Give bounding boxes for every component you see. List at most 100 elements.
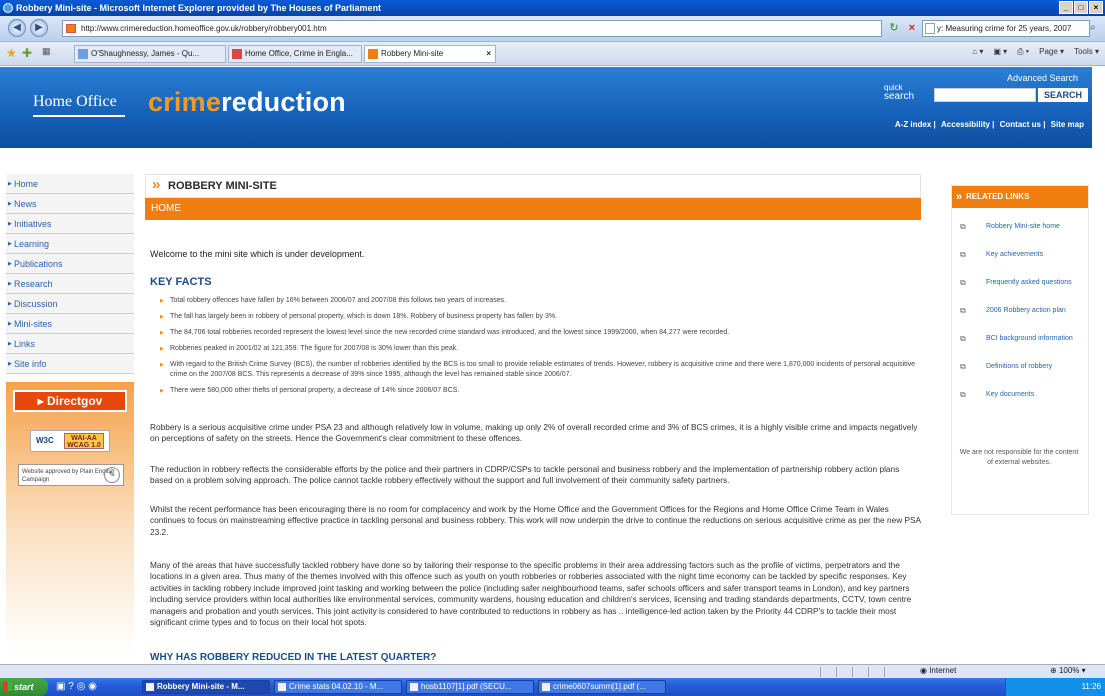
status-segment xyxy=(852,667,866,677)
related-link[interactable]: 2006 Robbery action plan xyxy=(986,307,1066,314)
favicon-icon xyxy=(66,24,76,33)
related-link[interactable]: Key achievements xyxy=(986,251,1043,258)
quick-launch-icons[interactable]: ▣ ? ◎ ◉ xyxy=(56,681,97,692)
contact-us-link[interactable]: Contact us xyxy=(1000,120,1041,129)
tab-label: Robbery Mini-site xyxy=(381,49,444,58)
home-office-logo[interactable]: Home Office xyxy=(33,93,117,111)
sidebar-item-discussion[interactable]: Discussion xyxy=(6,294,134,314)
task-hosb-pdf[interactable]: hosb1107[1].pdf (SECU... xyxy=(406,680,534,694)
address-value: http://www.crimereduction.homeoffice.gov… xyxy=(81,24,327,33)
quick-search-input[interactable] xyxy=(934,88,1036,102)
related-links-heading: RELATED LINKS xyxy=(952,186,1088,208)
search-icon[interactable]: ⌕ xyxy=(1090,22,1096,33)
advanced-search-link[interactable]: Advanced Search xyxy=(1007,73,1078,83)
system-tray[interactable]: 11:26 xyxy=(1005,678,1105,696)
live-search-input[interactable]: y: Measuring crime for 25 years, 2007 xyxy=(922,20,1090,37)
add-favorites-icon[interactable]: ✚ xyxy=(22,46,32,60)
taskbar: start ▣ ? ◎ ◉ Robbery Mini-site - M... C… xyxy=(0,678,1105,696)
left-promo-panel: ▸ Directgov W3C WAI-AA WCAG 1.0 Website a… xyxy=(6,382,134,654)
a-z-index-link[interactable]: A-Z index xyxy=(895,120,931,129)
print-icon[interactable]: ⎙ ▾ xyxy=(1017,47,1029,57)
start-button[interactable]: start xyxy=(0,678,48,696)
sidebar-item-site-info[interactable]: Site info xyxy=(6,354,134,374)
related-link[interactable]: Key documents xyxy=(986,391,1034,398)
sidebar-item-initiatives[interactable]: Initiatives xyxy=(6,214,134,234)
forward-icon[interactable]: ▶ xyxy=(30,19,48,37)
related-link[interactable]: BCI background information xyxy=(986,335,1073,342)
site-header: Home Office crimereduction Advanced Sear… xyxy=(0,67,1092,148)
related-link[interactable]: Frequently asked questions xyxy=(986,279,1072,286)
external-link-icon: ⧉ xyxy=(960,250,966,259)
address-input[interactable]: http://www.crimereduction.homeoffice.gov… xyxy=(62,20,882,37)
sidebar-item-research[interactable]: Research xyxy=(6,274,134,294)
site-map-link[interactable]: Site map xyxy=(1051,120,1084,129)
welcome-text: Welcome to the mini site which is under … xyxy=(150,249,365,259)
tab-robbery-mini-site[interactable]: Robbery Mini-site × xyxy=(364,45,496,63)
accessibility-link[interactable]: Accessibility xyxy=(941,120,990,129)
quick-search-label: quick search xyxy=(884,83,915,102)
search-button[interactable]: SEARCH xyxy=(1038,88,1088,102)
task-crime-summ-pdf[interactable]: crime0607summ[1].pdf (... xyxy=(538,680,666,694)
feeds-icon[interactable]: ▣ ▾ xyxy=(993,47,1007,57)
plain-english-badge[interactable]: Website approved by Plain English Campai… xyxy=(18,464,124,486)
directgov-link[interactable]: ▸ Directgov xyxy=(13,390,127,412)
body-paragraph: Robbery is a serious acquisitive crime u… xyxy=(150,422,918,444)
main-content: ROBBERY MINI-SITE HOME Welcome to the mi… xyxy=(145,174,921,663)
zoom-level[interactable]: ⊕ 100% ▾ xyxy=(1050,666,1086,675)
security-zone[interactable]: ◉ Internet xyxy=(920,666,956,675)
key-fact-item: With regard to the British Crime Survey … xyxy=(158,360,918,380)
tab-icon xyxy=(78,49,88,59)
tab-oshaughnessy[interactable]: O'Shaughnessy, James - Qu... xyxy=(74,45,226,63)
external-link-icon: ⧉ xyxy=(960,334,966,343)
close-tab-icon[interactable]: × xyxy=(486,46,491,62)
external-link-icon: ⧉ xyxy=(960,362,966,371)
ie-icon xyxy=(3,3,13,13)
page-body: Home News Initiatives Learning Publicati… xyxy=(0,148,1092,664)
tab-icon xyxy=(232,49,242,59)
task-crime-stats[interactable]: Crime stats 04.02.10 - M... xyxy=(274,680,402,694)
pdf-icon xyxy=(410,683,418,691)
left-nav: Home News Initiatives Learning Publicati… xyxy=(6,174,134,374)
window-title: Robbery Mini-site - Microsoft Internet E… xyxy=(16,3,382,13)
key-fact-item: Total robbery offences have fallen by 16… xyxy=(158,296,918,306)
back-icon[interactable]: ◀ xyxy=(8,19,26,37)
sidebar-item-home[interactable]: Home xyxy=(6,174,134,194)
live-search-value: y: Measuring crime for 25 years, 2007 xyxy=(937,24,1072,33)
external-link-icon: ⧉ xyxy=(960,390,966,399)
close-button[interactable]: × xyxy=(1089,1,1103,14)
sidebar-item-learning[interactable]: Learning xyxy=(6,234,134,254)
tab-label: O'Shaughnessy, James - Qu... xyxy=(91,49,200,58)
refresh-icon[interactable]: ↻ xyxy=(886,20,902,36)
status-segment xyxy=(836,667,850,677)
sidebar-item-publications[interactable]: Publications xyxy=(6,254,134,274)
page-menu[interactable]: Page ▾ xyxy=(1039,47,1064,57)
word-icon xyxy=(278,683,286,691)
related-links-panel: RELATED LINKS ⧉ Robbery Mini-site home ⧉… xyxy=(951,185,1089,515)
task-robbery-mini-site[interactable]: Robbery Mini-site - M... xyxy=(142,680,270,694)
external-link-icon: ⧉ xyxy=(960,278,966,287)
home-icon[interactable]: ⌂ ▾ xyxy=(972,47,983,57)
related-link[interactable]: Robbery Mini-site home xyxy=(986,223,1060,230)
section-header: HOME xyxy=(145,198,921,220)
sidebar-item-news[interactable]: News xyxy=(6,194,134,214)
favorites-star-icon[interactable]: ★ xyxy=(6,46,17,60)
tools-menu[interactable]: Tools ▾ xyxy=(1074,47,1099,57)
window-title-bar[interactable]: Robbery Mini-site - Microsoft Internet E… xyxy=(0,0,1105,16)
key-fact-item: There were 580,000 other thefts of perso… xyxy=(158,386,918,396)
tabs-toolbar: ★ ✚ ▦ O'Shaughnessy, James - Qu... Home … xyxy=(0,42,1105,66)
related-link[interactable]: Definitions of robbery xyxy=(986,363,1052,370)
maximize-button[interactable]: □ xyxy=(1074,1,1088,14)
quick-tabs-icon[interactable]: ▦ xyxy=(42,46,51,57)
body-paragraph: Whilst the recent performance has been e… xyxy=(150,504,921,537)
tab-home-office[interactable]: Home Office, Crime in Engla... xyxy=(228,45,362,63)
external-link-icon: ⧉ xyxy=(960,306,966,315)
crimereduction-brand[interactable]: crimereduction xyxy=(148,87,346,118)
address-toolbar: ◀ ▶ http://www.crimereduction.homeoffice… xyxy=(0,16,1105,42)
status-segment xyxy=(884,667,898,677)
sidebar-item-mini-sites[interactable]: Mini-sites xyxy=(6,314,134,334)
sidebar-item-links[interactable]: Links xyxy=(6,334,134,354)
wai-aa-badge[interactable]: W3C WAI-AA WCAG 1.0 xyxy=(30,430,110,452)
stop-icon[interactable]: × xyxy=(904,20,920,36)
clock: 11:26 xyxy=(1081,682,1101,691)
minimize-button[interactable]: _ xyxy=(1059,1,1073,14)
